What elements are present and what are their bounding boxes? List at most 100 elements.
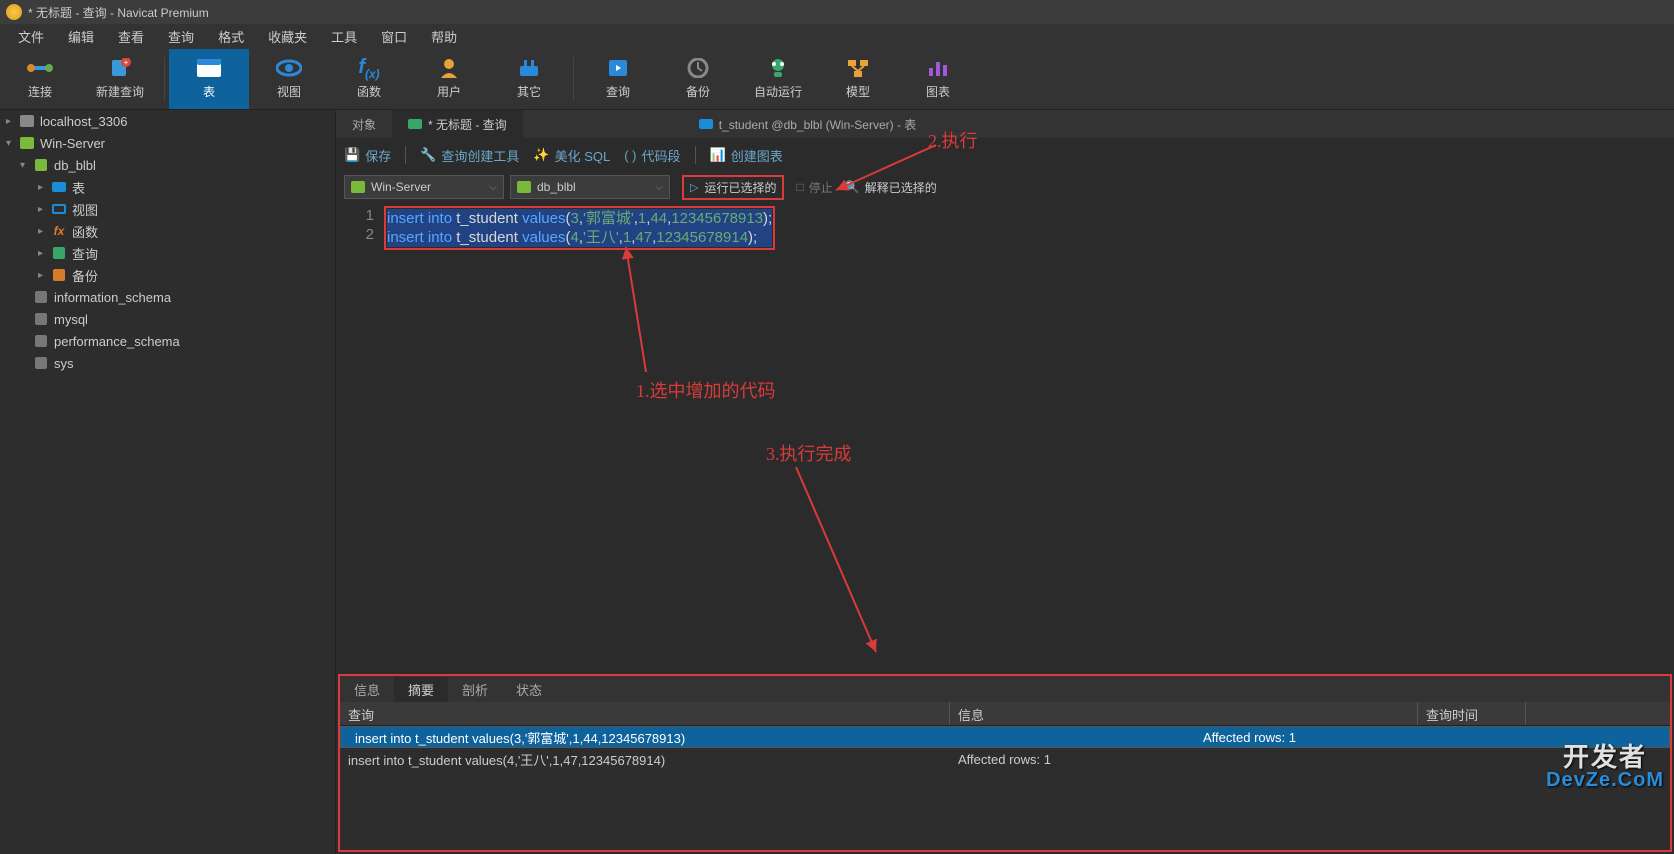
tab-label: 对象 <box>352 116 376 133</box>
menu-view[interactable]: 查看 <box>106 25 156 48</box>
tree-connection-winserver[interactable]: Win-Server <box>0 132 335 154</box>
annotation-1: 1.选中增加的代码 <box>636 377 776 403</box>
tree-label: 函数 <box>72 222 98 241</box>
result-panel: 信息 摘要 剖析 状态 查询 信息 查询时间 insert into t_stu… <box>338 674 1672 852</box>
database-selector[interactable]: db_blbl⌵ <box>510 175 670 199</box>
result-tab-status[interactable]: 状态 <box>502 677 556 702</box>
line-number: 2 <box>336 225 374 244</box>
toolbar-table[interactable]: 表 <box>169 49 249 109</box>
action-label: 查询创建工具 <box>441 146 519 165</box>
explain-icon: 🔍 <box>845 180 860 194</box>
sparkle-icon: ✨ <box>533 147 549 163</box>
toolbar-autorun[interactable]: 自动运行 <box>738 49 818 109</box>
view-icon <box>52 204 66 214</box>
tree-functions[interactable]: fx函数 <box>0 220 335 242</box>
tab-object[interactable]: 对象 <box>336 110 392 138</box>
toolbar-user-label: 用户 <box>437 83 461 100</box>
app-icon <box>6 4 22 20</box>
result-query-cell: insert into t_student values(4,'王八',1,47… <box>340 748 950 771</box>
table-tab-icon <box>699 119 713 129</box>
result-tab-info[interactable]: 信息 <box>340 677 394 702</box>
tab-label: t_student @db_blbl (Win-Server) - 表 <box>719 116 917 133</box>
toolbar-query[interactable]: 查询 <box>578 49 658 109</box>
code-snippet-button[interactable]: ( )代码段 <box>624 146 680 165</box>
action-label: 保存 <box>365 146 391 165</box>
menu-edit[interactable]: 编辑 <box>56 25 106 48</box>
result-row[interactable]: insert into t_student values(4,'王八',1,47… <box>340 748 1670 770</box>
action-label: 美化 SQL <box>555 146 611 165</box>
connection-tree: localhost_3306 Win-Server db_blbl 表 视图 f… <box>0 110 336 854</box>
svg-text:+: + <box>124 58 129 67</box>
database-icon <box>35 335 47 347</box>
menu-query[interactable]: 查询 <box>156 25 206 48</box>
menu-bar: 文件 编辑 查看 查询 格式 收藏夹 工具 窗口 帮助 <box>0 24 1674 48</box>
toolbar-other[interactable]: 其它 <box>489 49 569 109</box>
toolbar-table-label: 表 <box>203 83 215 100</box>
result-header: 查询 信息 查询时间 <box>340 702 1670 726</box>
query-builder-button[interactable]: 🔧查询创建工具 <box>420 146 519 165</box>
query-actions: 💾 保存 🔧查询创建工具 ✨ 美化 SQL ( )代码段 📊创建图表 <box>336 138 1674 172</box>
save-icon: 💾 <box>344 147 360 163</box>
toolbar-function[interactable]: f(x)函数 <box>329 49 409 109</box>
toolbar-query-label: 查询 <box>606 83 630 100</box>
create-chart-button[interactable]: 📊创建图表 <box>710 146 783 165</box>
tree-backups[interactable]: 备份 <box>0 264 335 286</box>
toolbar-view[interactable]: 视图 <box>249 49 329 109</box>
chevron-down-icon: ⌵ <box>489 182 497 193</box>
toolbar-chart[interactable]: 图表 <box>898 49 978 109</box>
header-info: 信息 <box>950 702 1418 725</box>
query-icon <box>53 247 65 259</box>
toolbar-new-query-label: 新建查询 <box>96 83 144 100</box>
toolbar-user[interactable]: 用户 <box>409 49 489 109</box>
action-label: 创建图表 <box>731 146 783 165</box>
toolbar-backup[interactable]: 备份 <box>658 49 738 109</box>
brackets-icon: ( ) <box>624 148 636 163</box>
save-button[interactable]: 💾 保存 <box>344 146 391 165</box>
toolbar-connect[interactable]: 连接 <box>0 49 80 109</box>
code-line: insert into t_student values(3,'郭富城',1,4… <box>387 209 772 228</box>
result-tab-profile[interactable]: 剖析 <box>448 677 502 702</box>
stop-button[interactable]: □停止 <box>796 179 832 196</box>
tree-database-perfschema[interactable]: performance_schema <box>0 330 335 352</box>
tab-tstudent[interactable]: t_student @db_blbl (Win-Server) - 表 <box>683 110 933 138</box>
toolbar-other-label: 其它 <box>517 83 541 100</box>
toolbar-new-query[interactable]: + 新建查询 <box>80 49 160 109</box>
chevron-down-icon: ⌵ <box>655 182 663 193</box>
result-tab-summary[interactable]: 摘要 <box>394 677 448 702</box>
tree-label: 查询 <box>72 244 98 263</box>
line-gutter: 1 2 <box>336 202 384 244</box>
tree-views[interactable]: 视图 <box>0 198 335 220</box>
menu-file[interactable]: 文件 <box>6 25 56 48</box>
explain-selected-button[interactable]: 🔍解释已选择的 <box>845 179 937 196</box>
toolbar-backup-label: 备份 <box>686 83 710 100</box>
toolbar: 连接 + 新建查询 表 视图 f(x)函数 用户 其它 查询 备份 自动运行 模型… <box>0 48 1674 110</box>
menu-favorites[interactable]: 收藏夹 <box>256 25 319 48</box>
menu-window[interactable]: 窗口 <box>369 25 419 48</box>
tree-database-infoschema[interactable]: information_schema <box>0 286 335 308</box>
tree-connection-localhost[interactable]: localhost_3306 <box>0 110 335 132</box>
tab-label: * 无标题 - 查询 <box>428 116 507 133</box>
result-row[interactable]: insert into t_student values(3,'郭富城',1,4… <box>340 726 1670 748</box>
connection-icon <box>20 137 34 149</box>
server-selector[interactable]: Win-Server⌵ <box>344 175 504 199</box>
tree-tables[interactable]: 表 <box>0 176 335 198</box>
menu-format[interactable]: 格式 <box>206 25 256 48</box>
toolbar-model[interactable]: 模型 <box>818 49 898 109</box>
run-selected-button[interactable]: ▷运行已选择的 <box>682 175 784 200</box>
database-icon <box>35 291 47 303</box>
menu-tools[interactable]: 工具 <box>319 25 369 48</box>
header-query: 查询 <box>340 702 950 725</box>
menu-help[interactable]: 帮助 <box>419 25 469 48</box>
beautify-sql-button[interactable]: ✨ 美化 SQL <box>533 146 610 165</box>
tree-queries[interactable]: 查询 <box>0 242 335 264</box>
tree-database-sys[interactable]: sys <box>0 352 335 374</box>
tree-database-mysql[interactable]: mysql <box>0 308 335 330</box>
result-info-cell: Affected rows: 1 <box>950 750 1418 769</box>
tree-label: mysql <box>54 312 88 327</box>
tree-database-dbblbl[interactable]: db_blbl <box>0 154 335 176</box>
tree-label: Win-Server <box>40 136 105 151</box>
sql-editor[interactable]: 1 2 insert into t_student values(3,'郭富城'… <box>336 202 1674 674</box>
line-number: 1 <box>336 206 374 225</box>
tab-untitled-query[interactable]: * 无标题 - 查询 <box>392 110 523 138</box>
window-title: * 无标题 - 查询 - Navicat Premium <box>28 4 209 21</box>
